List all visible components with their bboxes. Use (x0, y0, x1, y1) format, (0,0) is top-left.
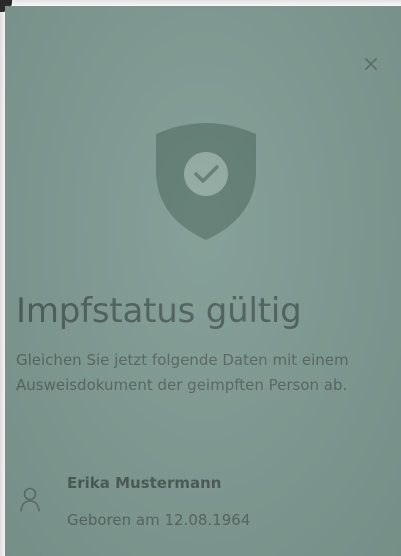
close-icon (365, 58, 377, 70)
person-birth-date: Geboren am 12.08.1964 (67, 511, 251, 529)
person-icon (20, 487, 40, 512)
device-frame: Impfstatus gültig Gleichen Sie jetzt fol… (0, 0, 401, 556)
person-name: Erika Mustermann (67, 474, 222, 492)
vaccination-status-dialog: Impfstatus gültig Gleichen Sie jetzt fol… (5, 6, 401, 556)
status-title: Impfstatus gültig (16, 291, 302, 331)
close-button[interactable] (361, 54, 381, 74)
status-description: Gleichen Sie jetzt folgende Daten mit ei… (16, 351, 349, 394)
shield-check-icon (156, 123, 256, 240)
